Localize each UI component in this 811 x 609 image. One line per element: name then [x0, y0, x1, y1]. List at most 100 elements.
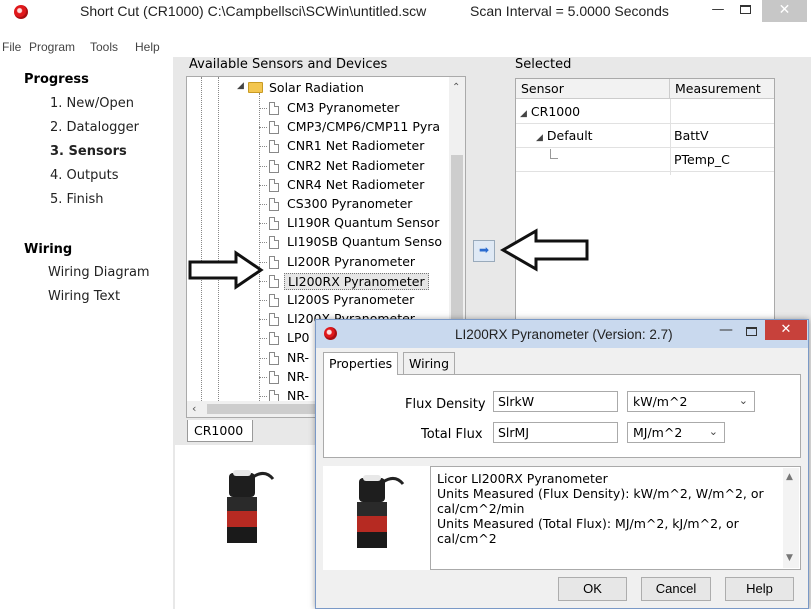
measurement-value: BattV: [674, 128, 709, 143]
document-icon: [269, 198, 279, 211]
grid-divider: [516, 171, 774, 172]
step-new-open[interactable]: 1. New/Open: [50, 96, 134, 111]
properties-panel: Flux Density kW/m^2 ⌄ Total Flux MJ/m^2 …: [323, 374, 801, 458]
measurement-value: PTemp_C: [674, 152, 730, 167]
menu-bar: File Program Tools Help: [0, 40, 811, 56]
scroll-left-icon[interactable]: ‹: [192, 402, 196, 415]
step-sensors[interactable]: 3. Sensors: [50, 144, 127, 159]
chevron-down-icon: ⌄: [738, 394, 748, 407]
tree-folder-label: Solar Radiation: [269, 80, 364, 95]
total-flux-unit-select[interactable]: MJ/m^2 ⌄: [627, 422, 725, 443]
tree-connector: [259, 127, 267, 129]
tree-connector: [259, 300, 267, 301]
menu-tools[interactable]: Tools: [90, 40, 118, 54]
document-icon: [269, 255, 279, 269]
tree-connector: [259, 146, 267, 148]
table-row[interactable]: ◢ Default: [536, 128, 593, 143]
flux-density-label: Flux Density: [405, 397, 486, 412]
folder-icon: [248, 82, 263, 93]
tree-connector: [259, 108, 267, 109]
flux-density-unit-select[interactable]: kW/m^2 ⌄: [627, 391, 755, 412]
minimize-button[interactable]: —: [706, 0, 730, 22]
add-sensor-button[interactable]: ➡: [473, 240, 495, 262]
tree-guide-line: [259, 93, 260, 403]
tree-connector: [259, 357, 267, 359]
dialog-sensor-photo-panel: [323, 466, 430, 570]
tree-item-label: CNR2 Net Radiometer: [287, 157, 425, 173]
tree-connector: [259, 184, 267, 186]
column-header-sensor[interactable]: Sensor: [516, 79, 670, 99]
document-icon: [269, 370, 279, 384]
tree-connector: [259, 319, 267, 321]
document-icon: [269, 178, 279, 192]
scroll-up-icon[interactable]: ⌃: [452, 82, 460, 93]
menu-file[interactable]: File: [2, 40, 21, 54]
flux-density-input[interactable]: [493, 391, 618, 412]
scroll-thumb[interactable]: [451, 155, 463, 323]
scroll-up-icon[interactable]: ▲: [786, 470, 793, 485]
step-outputs[interactable]: 4. Outputs: [50, 168, 118, 183]
document-icon: [269, 217, 279, 231]
tree-item-label: CNR4 Net Radiometer: [287, 176, 425, 192]
table-row[interactable]: ◢ CR1000: [520, 104, 580, 119]
scroll-thumb[interactable]: [207, 404, 317, 414]
document-icon: [269, 236, 279, 250]
tree-guide-line: [218, 77, 219, 417]
tree-guide-line: [201, 77, 202, 417]
tree-item-label: NR-: [287, 368, 310, 384]
app-logo-icon: [14, 5, 28, 19]
wiring-diagram-link[interactable]: Wiring Diagram: [48, 265, 150, 280]
step-datalogger[interactable]: 2. Datalogger: [50, 120, 139, 135]
document-icon: [269, 294, 279, 307]
scan-interval-label: Scan Interval = 5.0000 Seconds: [470, 3, 669, 19]
step-finish[interactable]: 5. Finish: [50, 192, 104, 207]
select-value: MJ/m^2: [633, 425, 683, 440]
dialog-close-button[interactable]: ✕: [765, 320, 807, 340]
tree-item-label: CNR1 Net Radiometer: [287, 138, 425, 154]
help-button[interactable]: Help: [725, 577, 794, 601]
tree-connector: [259, 204, 267, 205]
cancel-button[interactable]: Cancel: [641, 577, 711, 601]
tree-connector: [259, 242, 267, 244]
arrow-left-icon: [500, 228, 589, 272]
document-icon: [269, 121, 279, 135]
scroll-down-icon[interactable]: ▼: [786, 551, 793, 566]
sensor-photo: [357, 475, 405, 548]
column-header-measurement[interactable]: Measurement: [670, 79, 774, 99]
tree-item-label: LI200R Pyranometer: [287, 253, 416, 269]
description-line: Units Measured (Flux Density): kW/m^2, W…: [437, 486, 764, 516]
tree-connector: [259, 338, 267, 340]
dialog-minimize-button[interactable]: —: [714, 322, 738, 338]
selected-label: Selected: [515, 57, 572, 72]
tree-connector: [259, 165, 267, 167]
arrow-right-icon: [188, 250, 264, 290]
title-bar: Short Cut (CR1000) C:\Campbellsci\SCWin\…: [0, 0, 811, 26]
tree-item-label: LP0: [287, 330, 310, 346]
tab-wiring[interactable]: Wiring: [403, 352, 456, 374]
chevron-down-icon: ⌄: [708, 425, 718, 438]
sensor-properties-dialog: LI200RX Pyranometer (Version: 2.7) — ✕ P…: [315, 319, 809, 609]
dialog-title: LI200RX Pyranometer (Version: 2.7): [455, 327, 673, 342]
menu-help[interactable]: Help: [135, 40, 160, 54]
grid-divider: [516, 123, 774, 124]
document-icon: [269, 102, 279, 115]
wiring-text-link[interactable]: Wiring Text: [48, 289, 120, 304]
grid-divider: [516, 147, 774, 148]
tab-properties[interactable]: Properties: [323, 352, 399, 375]
tab-cr1000[interactable]: CR1000: [187, 420, 253, 442]
tree-item-label: LI200RX Pyranometer: [284, 272, 429, 290]
menu-program[interactable]: Program: [29, 40, 75, 54]
app-logo-icon: [324, 327, 337, 340]
close-button[interactable]: ✕: [762, 0, 807, 22]
total-flux-input[interactable]: [493, 422, 618, 443]
ok-button[interactable]: OK: [558, 577, 627, 601]
maximize-button[interactable]: [732, 0, 758, 22]
grid-divider: [670, 99, 671, 175]
tree-item-label: CM3 Pyranometer: [287, 100, 400, 115]
tree-connector: [550, 149, 558, 159]
expand-arrow-icon: ◢: [237, 81, 244, 91]
description-scrollbar[interactable]: ▲ ▼: [783, 468, 799, 568]
tree-connector: [259, 396, 267, 397]
dialog-maximize-button[interactable]: [739, 322, 763, 339]
document-icon: [269, 332, 279, 346]
